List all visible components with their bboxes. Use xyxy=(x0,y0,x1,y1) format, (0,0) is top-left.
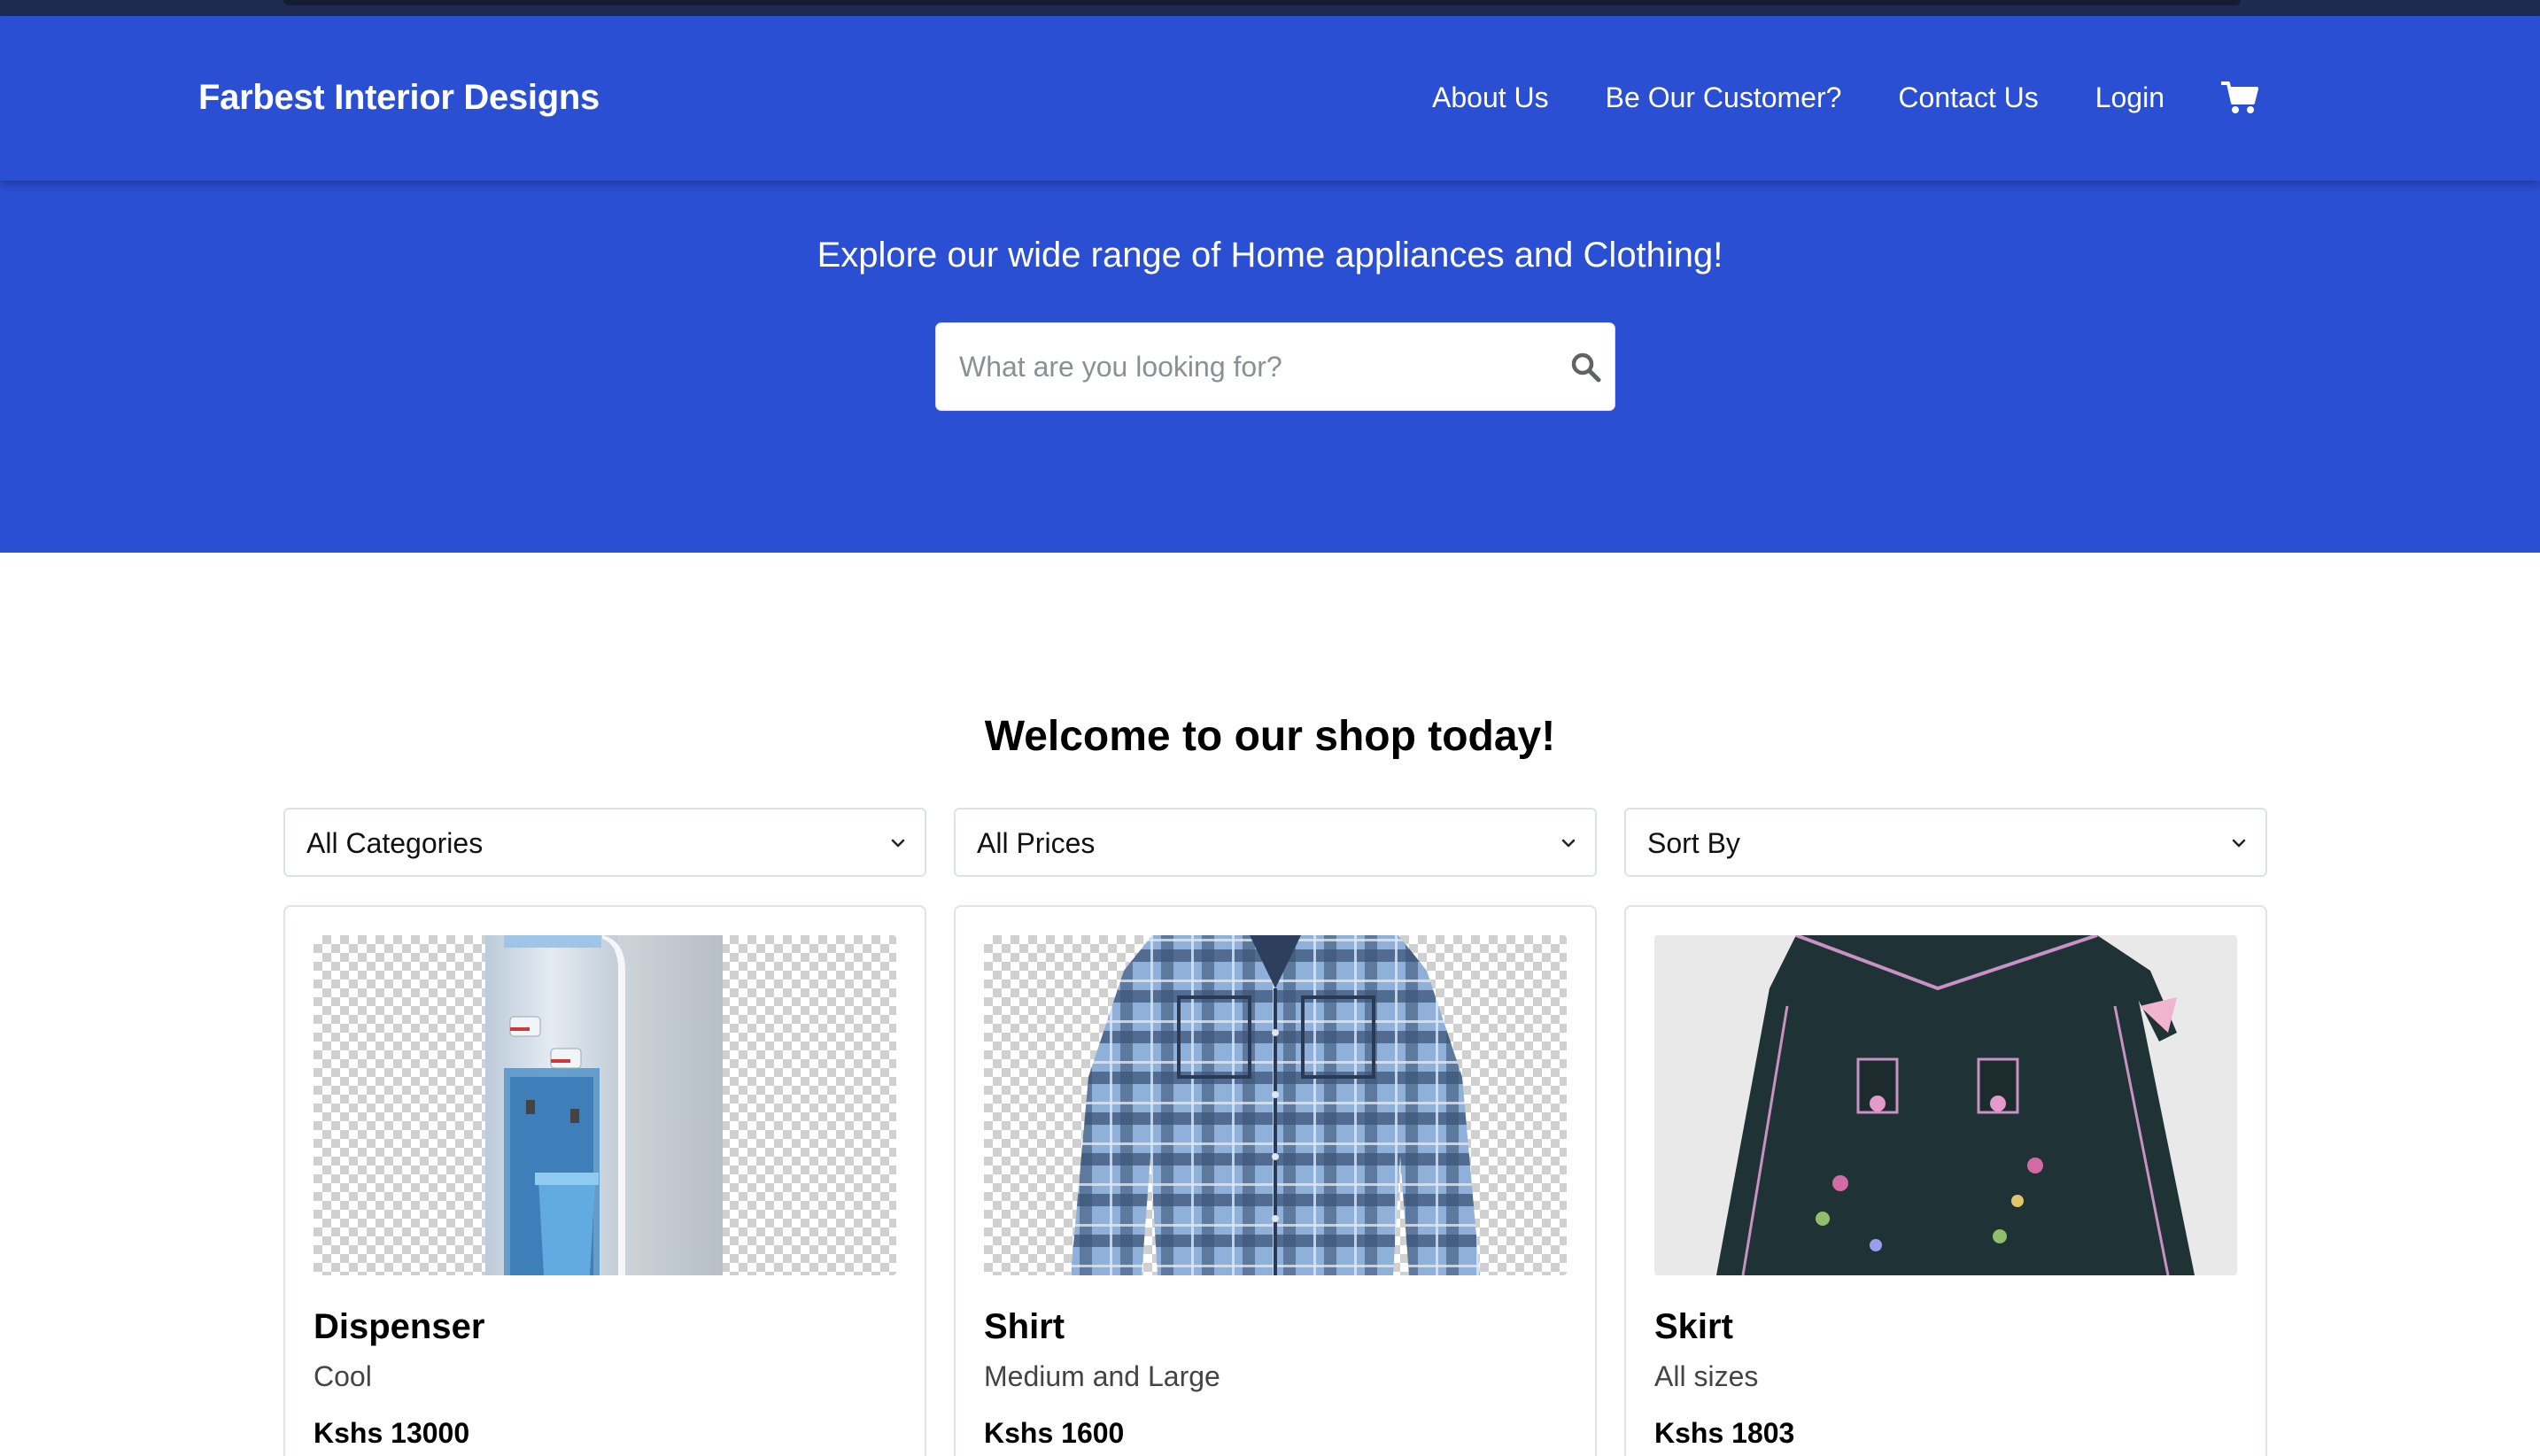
product-name[interactable]: Dispenser xyxy=(314,1307,484,1347)
search-box xyxy=(935,322,1615,411)
shopping-cart-icon[interactable] xyxy=(2221,80,2260,115)
hero-banner: Explore our wide range of Home appliance… xyxy=(0,181,2540,553)
magnifier-icon[interactable] xyxy=(1570,352,1602,383)
sort-select-value: Sort By xyxy=(1647,827,1740,859)
product-card[interactable]: Shirt Medium and Large Kshs 1600 xyxy=(954,905,1597,1456)
browser-top-strip xyxy=(0,0,2540,16)
product-image-shirt[interactable] xyxy=(984,935,1567,1275)
chevron-down-icon xyxy=(1561,839,1576,848)
chevron-down-icon xyxy=(2232,839,2246,848)
nav-links: About Us Be Our Customer? Contact Us Log… xyxy=(1375,80,2260,115)
product-image-dispenser[interactable] xyxy=(314,935,896,1275)
product-name[interactable]: Skirt xyxy=(1654,1307,1733,1347)
product-image-skirt[interactable] xyxy=(1654,935,2237,1275)
hero-tagline: Explore our wide range of Home appliance… xyxy=(817,236,1723,275)
price-select-value: All Prices xyxy=(977,827,1096,859)
navbar: Farbest Interior Designs About Us Be Our… xyxy=(0,16,2540,181)
browser-top-bar xyxy=(283,0,2241,5)
category-select-value: All Categories xyxy=(306,827,484,859)
brand-logo-text[interactable]: Farbest Interior Designs xyxy=(198,78,600,118)
price-select[interactable]: All Prices xyxy=(954,808,1597,877)
nav-link-about-us[interactable]: About Us xyxy=(1432,81,1549,114)
search-input[interactable] xyxy=(959,323,1526,410)
product-price: Kshs 13000 xyxy=(314,1417,470,1449)
product-name[interactable]: Shirt xyxy=(984,1307,1065,1347)
product-price: Kshs 1803 xyxy=(1654,1417,1795,1449)
nav-link-be-our-customer[interactable]: Be Our Customer? xyxy=(1606,81,1842,114)
nav-link-contact-us[interactable]: Contact Us xyxy=(1898,81,2038,114)
product-description: Cool xyxy=(314,1360,372,1392)
product-description: Medium and Large xyxy=(984,1360,1220,1392)
category-select[interactable]: All Categories xyxy=(283,808,926,877)
product-card[interactable]: Dispenser Cool Kshs 13000 xyxy=(283,905,926,1456)
nav-link-login[interactable]: Login xyxy=(2095,81,2164,114)
sort-select[interactable]: Sort By xyxy=(1624,808,2267,877)
product-description: All sizes xyxy=(1654,1360,1759,1392)
product-card[interactable]: Skirt All sizes Kshs 1803 xyxy=(1624,905,2267,1456)
product-price: Kshs 1600 xyxy=(984,1417,1125,1449)
chevron-down-icon xyxy=(891,839,905,848)
welcome-heading: Welcome to our shop today! xyxy=(984,713,1556,760)
